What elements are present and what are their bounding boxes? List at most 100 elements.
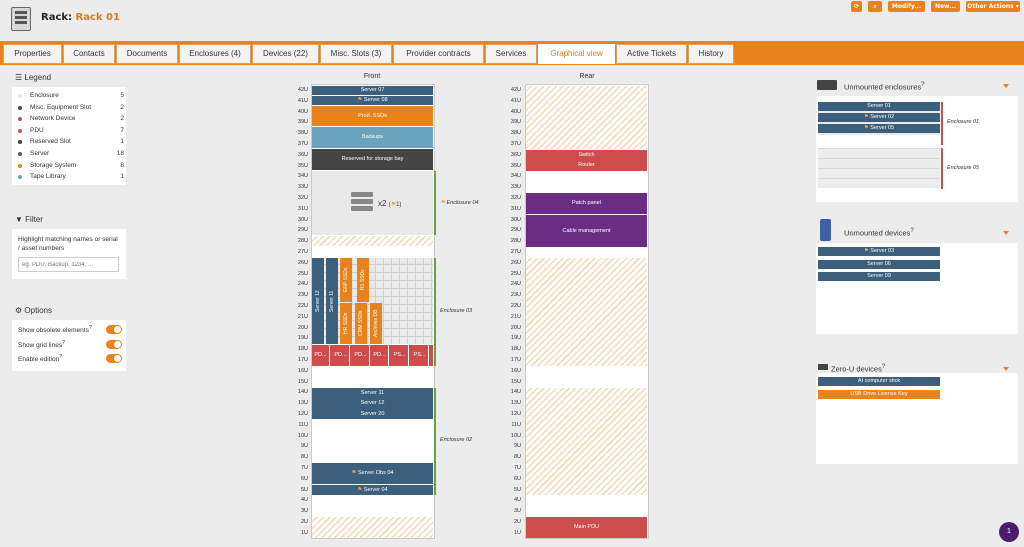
unit-label: 5U — [300, 486, 308, 493]
unmounted-server-06[interactable]: Server 06 — [818, 260, 940, 269]
zero-u-icon — [818, 364, 828, 370]
modify-button[interactable]: Modify... — [888, 1, 925, 12]
backups[interactable]: Backups — [312, 127, 433, 148]
unit-label: 35U — [297, 162, 308, 169]
unit-label: 14U — [297, 389, 308, 396]
tab-properties[interactable]: Properties — [3, 44, 62, 64]
server-20[interactable]: Server 20 — [312, 409, 433, 419]
router[interactable]: Router — [526, 160, 647, 171]
unit-label: 24U — [297, 281, 308, 288]
toggle-show-grid[interactable] — [106, 340, 122, 349]
notification-badge[interactable]: 1 — [999, 522, 1019, 542]
server-11[interactable]: Server 11 — [312, 388, 433, 398]
unit-label: 18U — [510, 346, 521, 353]
enc03-erp-ssds[interactable]: ERP SSDs — [340, 258, 352, 302]
patch-panel[interactable]: Patch panel — [526, 193, 647, 214]
legend-item: Reserved Slot 1 — [18, 137, 124, 148]
collapse-caret-icon[interactable] — [1003, 367, 1009, 371]
enclosure-05-body[interactable] — [818, 148, 940, 188]
legend-label: Enclosure — [30, 92, 59, 99]
collapse-caret-icon[interactable] — [1003, 231, 1009, 235]
server-07[interactable]: Server 07 — [312, 86, 433, 95]
unit-label: 31U — [297, 205, 308, 212]
enc03-r1-ssds[interactable]: R1 SSDs — [357, 258, 369, 302]
rear-label: Rear — [579, 73, 595, 80]
front-label: Front — [363, 73, 381, 80]
unmounted-server-02[interactable]: ⚑ Server 02 — [818, 113, 940, 122]
server-04[interactable]: ⚑ Server 04 — [312, 485, 433, 495]
switch[interactable]: Switch — [526, 150, 647, 160]
reserved-storage-bay[interactable]: Reserved for storage bay — [312, 149, 433, 170]
unit-label: 12U — [297, 411, 308, 417]
enc03-hr-ssds[interactable]: HR SSDs — [340, 303, 352, 344]
unmounted-server-01[interactable]: Server 01 — [818, 102, 940, 111]
enc03-archives-db[interactable]: Archives DB — [370, 303, 382, 344]
refresh-button[interactable]: ⟳ — [851, 1, 862, 12]
tab-contacts[interactable]: Contacts — [63, 44, 115, 64]
unit-label: 4U — [513, 497, 521, 504]
ai-computer-stick[interactable]: AI computer stick — [818, 377, 940, 386]
unit-label: 15U — [297, 378, 308, 385]
pdu-cell[interactable]: PS... — [411, 345, 429, 366]
enc03-server-12[interactable]: Server 12 — [312, 258, 324, 344]
pdu-cell[interactable]: PS... — [391, 345, 409, 366]
collapse-caret-icon[interactable] — [1003, 84, 1009, 88]
filter-description: Highlight matching names or serial / ass… — [18, 236, 118, 252]
tab-history[interactable]: History — [688, 44, 734, 64]
unmounted-server-03[interactable]: ⚑ Server 03 — [818, 247, 940, 256]
pdu-cell[interactable]: PD... — [352, 345, 370, 366]
tab-devices[interactable]: Devices (22) — [252, 44, 319, 64]
unit-label: 27U — [297, 249, 308, 255]
server-12[interactable]: Server 12 — [312, 398, 433, 409]
main-pdu[interactable]: Main PDU — [526, 517, 647, 538]
toggle-enable-edition[interactable] — [106, 354, 122, 363]
prod-ssds[interactable]: Prod. SSDs — [312, 106, 433, 126]
unit-label: 19U — [510, 335, 521, 342]
filter-input[interactable] — [18, 257, 119, 272]
pdu-cell[interactable]: PD... — [312, 345, 330, 366]
enc03-server-11[interactable]: Server 11 — [326, 258, 338, 344]
other-actions-button[interactable]: Other Actions ▾ — [966, 1, 1020, 12]
pdu-cell[interactable]: PD... — [332, 345, 350, 366]
tab-active-tickets[interactable]: Active Tickets — [616, 44, 687, 64]
unit-label: 26U — [510, 259, 521, 266]
new-button[interactable]: New... — [931, 1, 960, 12]
unit-label: 34U — [297, 173, 308, 180]
filter-title: ▼ Filter — [15, 215, 43, 224]
cable-management[interactable]: Cable management — [526, 215, 647, 247]
unit-label: 38U — [510, 130, 521, 137]
tab-enclosures[interactable]: Enclosures (4) — [179, 44, 251, 64]
server-08[interactable]: ⚑ Server 08 — [312, 96, 433, 105]
option-enable-edition: Enable edition? — [18, 354, 63, 364]
unit-label: 24U — [510, 281, 521, 288]
tab-documents[interactable]: Documents — [116, 44, 178, 64]
legend-label: Server — [30, 150, 50, 157]
tab-services[interactable]: Services — [485, 44, 537, 64]
enc03-crm-ssds[interactable]: CRM SSDs — [355, 303, 367, 344]
tab-provider-contracts[interactable]: Provider contracts — [393, 44, 484, 64]
enclosure-05-label: Enclosure 05 — [947, 165, 980, 171]
usb-drive-license-key[interactable]: USB Drive License Key — [818, 390, 940, 399]
pdu-cell[interactable]: PD... — [371, 345, 389, 366]
unit-label: 15U — [510, 378, 521, 385]
unmounted-devices-title: Unmounted devices? — [844, 227, 914, 238]
search-button[interactable]: ⌕ — [868, 1, 882, 12]
toggle-show-obsolete[interactable] — [106, 325, 122, 334]
rear-empty-lower — [526, 388, 647, 495]
unit-label: 37U — [510, 141, 521, 147]
unmounted-server-09[interactable]: Server 09 — [818, 272, 940, 281]
unit-label: 17U — [510, 357, 521, 363]
unit-label: 30U — [297, 216, 308, 223]
unmounted-server-05[interactable]: ⚑ Server 05 — [818, 124, 940, 133]
tab-misc-slots[interactable]: Misc. Slots (3) — [320, 44, 392, 64]
legend-dot — [18, 152, 22, 156]
enclosure-icon — [817, 80, 837, 90]
unit-label: 30U — [510, 216, 521, 223]
unit-label: 34U — [510, 173, 521, 180]
legend-item: Network Device 2 — [18, 114, 124, 125]
unit-label: 8U — [300, 454, 308, 461]
unit-label: 32U — [297, 195, 308, 201]
zero-u-panel — [816, 373, 1018, 464]
tab-graphical-view[interactable]: Graphical view — [538, 44, 615, 64]
server-obs-04[interactable]: ⚑ Server Obs 04 — [312, 463, 433, 484]
